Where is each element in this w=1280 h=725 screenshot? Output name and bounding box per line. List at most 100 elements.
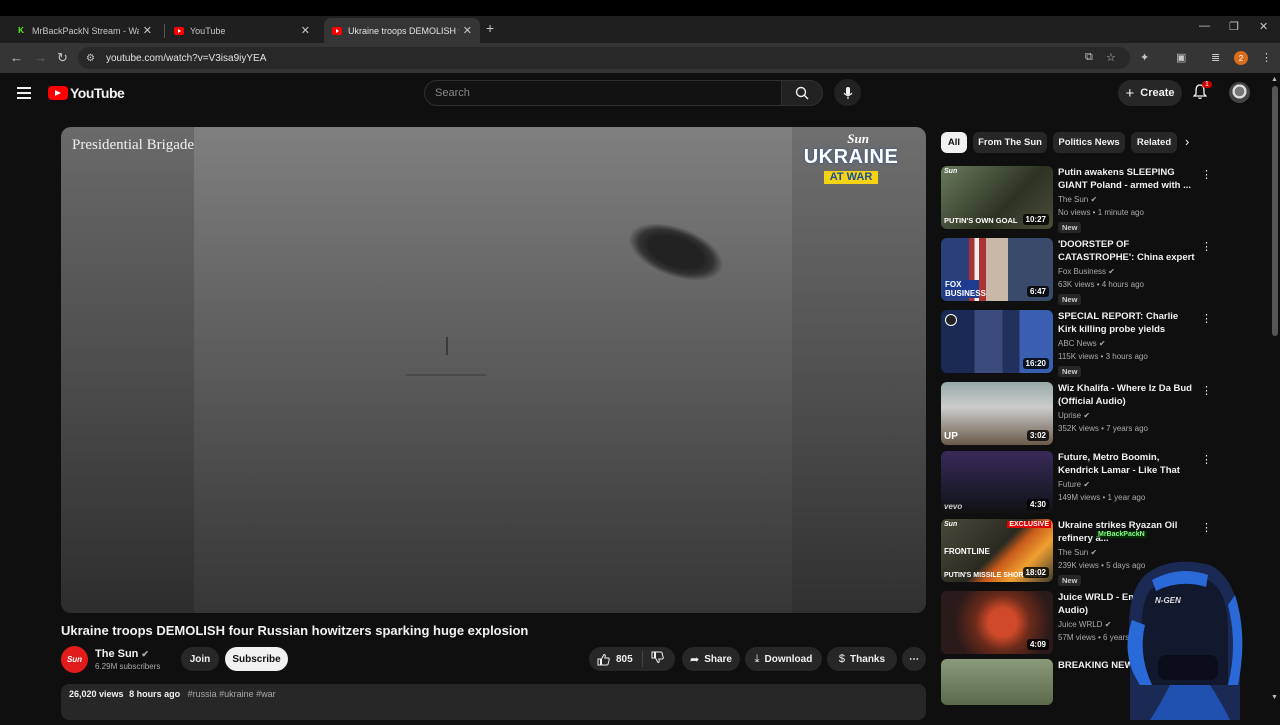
recommendation-item[interactable]: vevo 4:30 Future, Metro Boomin, Kendrick… (941, 451, 1212, 519)
recommendation-item[interactable]: Sun PUTIN'S OWN GOAL 10:27 Putin awakens… (941, 166, 1212, 234)
youtube-favicon-icon (332, 26, 342, 36)
voice-search-button[interactable] (834, 79, 861, 106)
video-thumbnail[interactable]: Sun EXCLUSIVE FRONTLINE PUTIN'S MISSILE … (941, 519, 1053, 582)
rec-channel[interactable]: ABC News (1058, 339, 1097, 348)
url-text: youtube.com/watch?v=V3isa9iyYEA (106, 52, 267, 64)
channel-name-text[interactable]: The Sun (95, 648, 138, 660)
forward-arrow-icon[interactable]: → (34, 50, 47, 65)
bookmark-star-icon[interactable]: ☆ (1106, 51, 1116, 64)
channel-avatar[interactable]: Sun (61, 646, 88, 673)
rec-title[interactable]: Future, Metro Boomin, Kendrick Lamar - L… (1058, 451, 1198, 477)
account-avatar[interactable] (1229, 82, 1250, 103)
rec-title[interactable]: 'DOORSTEP OF CATASTROPHE': China expert … (1058, 238, 1198, 264)
recommendation-item[interactable]: FOX BUSINESS 6:47 'DOORSTEP OF CATASTROP… (941, 238, 1212, 306)
video-thumbnail[interactable]: FOX BUSINESS 6:47 (941, 238, 1053, 301)
restore-icon[interactable]: ❐ (1229, 20, 1239, 33)
recommendation-item[interactable]: 16:20 SPECIAL REPORT: Charlie Kirk killi… (941, 310, 1212, 378)
subscribe-button[interactable]: Subscribe (225, 647, 288, 671)
description-box[interactable]: 26,020 views 8 hours ago #russia #ukrain… (61, 684, 926, 720)
rec-channel[interactable]: The Sun (1058, 548, 1088, 557)
abc-logo-icon (945, 314, 957, 326)
chip-politics-news[interactable]: Politics News (1053, 132, 1125, 153)
notifications-button[interactable]: 1 (1192, 81, 1212, 105)
extensions-icon[interactable]: ✦ (1140, 51, 1149, 64)
close-tab-icon[interactable]: ✕ (463, 24, 472, 37)
rec-title[interactable]: Putin awakens SLEEPING GIANT Poland - ar… (1058, 166, 1198, 192)
menu-hamburger-icon[interactable] (17, 87, 31, 102)
rec-title[interactable]: SPECIAL REPORT: Charlie Kirk killing pro… (1058, 310, 1198, 336)
minimize-icon[interactable]: — (1199, 20, 1210, 32)
channel-name[interactable]: The Sun ✔ (95, 648, 149, 660)
create-button[interactable]: + Create (1118, 80, 1182, 106)
youtube-logo[interactable]: YouTube (48, 85, 125, 101)
hashtags[interactable]: #russia #ukraine #war (188, 689, 276, 699)
more-vert-icon[interactable]: ⋮ (1201, 453, 1212, 466)
video-title: Ukraine troops DEMOLISH four Russian how… (61, 623, 529, 638)
share-button[interactable]: ➦ Share (682, 647, 740, 671)
chip-from-the-sun[interactable]: From The Sun (973, 132, 1047, 153)
rec-channel[interactable]: The Sun (1058, 195, 1088, 204)
video-thumbnail[interactable]: Sun PUTIN'S OWN GOAL 10:27 (941, 166, 1053, 229)
video-thumbnail[interactable]: vevo 4:30 (941, 451, 1053, 514)
video-thumbnail[interactable]: 16:20 (941, 310, 1053, 373)
recommendation-item[interactable]: UP 3:02 Wiz Khalifa - Where Iz Da Bud (O… (941, 382, 1212, 450)
brand-at-war-text: AT WAR (823, 171, 879, 184)
search-box[interactable] (424, 80, 782, 106)
join-button[interactable]: Join (181, 647, 219, 671)
chip-related[interactable]: Related (1131, 132, 1177, 153)
scroll-down-arrow-icon[interactable]: ▼ (1271, 694, 1278, 701)
search-input[interactable] (425, 81, 781, 105)
browser-tab-active-video[interactable]: Ukraine troops DEMOLISH four ✕ (324, 18, 480, 43)
close-tab-icon[interactable]: ✕ (143, 24, 152, 37)
browser-menu-icon[interactable]: ⋮ (1261, 51, 1272, 64)
video-thumbnail[interactable]: UP 3:02 (941, 382, 1053, 445)
reload-icon[interactable]: ↻ (57, 50, 68, 66)
new-tab-icon[interactable]: + (486, 20, 494, 36)
search-button[interactable] (781, 80, 823, 106)
streamer-chair-overlay: N-GEN (1090, 535, 1250, 720)
browser-profile-avatar[interactable]: 2 (1234, 51, 1248, 65)
video-thumbnail[interactable] (941, 659, 1053, 705)
browser-tab-stream[interactable]: K MrBackPackN Stream - Watch Liv ✕ (8, 18, 160, 43)
browser-tab-youtube[interactable]: YouTube ✕ (166, 18, 318, 43)
screen-top-strip (0, 0, 1280, 16)
more-vert-icon[interactable]: ⋮ (1201, 521, 1212, 534)
chip-all[interactable]: All (941, 132, 967, 153)
rec-channel[interactable]: Fox Business (1058, 267, 1106, 276)
site-info-icon[interactable]: ⚙ (86, 53, 100, 64)
thanks-button[interactable]: $ Thanks (827, 647, 897, 671)
url-field[interactable]: ⚙ youtube.com/watch?v=V3isa9iyYEA (78, 47, 1130, 69)
scroll-up-arrow-icon[interactable]: ▲ (1271, 76, 1278, 83)
rec-channel[interactable]: Future (1058, 480, 1081, 489)
rec-channel[interactable]: Uprise (1058, 411, 1081, 420)
rec-age: 1 year ago (1107, 493, 1146, 502)
back-arrow-icon[interactable]: ← (10, 50, 23, 65)
thumb-caption: PUTIN'S OWN GOAL (944, 216, 1018, 225)
more-dots-icon: ⋯ (909, 653, 919, 665)
video-thumbnail[interactable]: 4:09 (941, 591, 1053, 654)
close-window-icon[interactable]: ✕ (1259, 20, 1268, 33)
video-right-blur (792, 127, 926, 613)
more-vert-icon[interactable]: ⋮ (1201, 384, 1212, 397)
download-button[interactable]: ⤓ Download (745, 647, 822, 671)
chevron-right-icon[interactable]: › (1185, 134, 1189, 149)
like-button[interactable]: 805 (589, 651, 643, 667)
video-player[interactable]: Presidential Brigade Sun UKRAINE AT WAR (61, 127, 926, 613)
rec-views: 149M views (1058, 493, 1101, 502)
install-app-icon[interactable]: ⧉ (1085, 51, 1093, 64)
duration-badge: 10:27 (1022, 214, 1049, 225)
more-vert-icon[interactable]: ⋮ (1201, 312, 1212, 325)
more-actions-button[interactable]: ⋯ (902, 647, 926, 671)
new-badge: New (1058, 222, 1082, 233)
page-scrollbar[interactable] (1272, 86, 1278, 336)
more-vert-icon[interactable]: ⋮ (1201, 168, 1212, 181)
media-controls-icon[interactable]: ≣ (1211, 51, 1220, 64)
more-vert-icon[interactable]: ⋮ (1201, 240, 1212, 253)
close-tab-icon[interactable]: ✕ (301, 24, 310, 37)
video-overlay-caption: Presidential Brigade (72, 137, 195, 153)
split-view-icon[interactable]: ▣ (1176, 51, 1186, 64)
rec-title[interactable]: Wiz Khalifa - Where Iz Da Bud (Official … (1058, 382, 1198, 408)
verified-check-icon: ✔ (141, 649, 149, 659)
dislike-button[interactable] (643, 651, 664, 667)
duration-badge: 16:20 (1022, 358, 1049, 369)
